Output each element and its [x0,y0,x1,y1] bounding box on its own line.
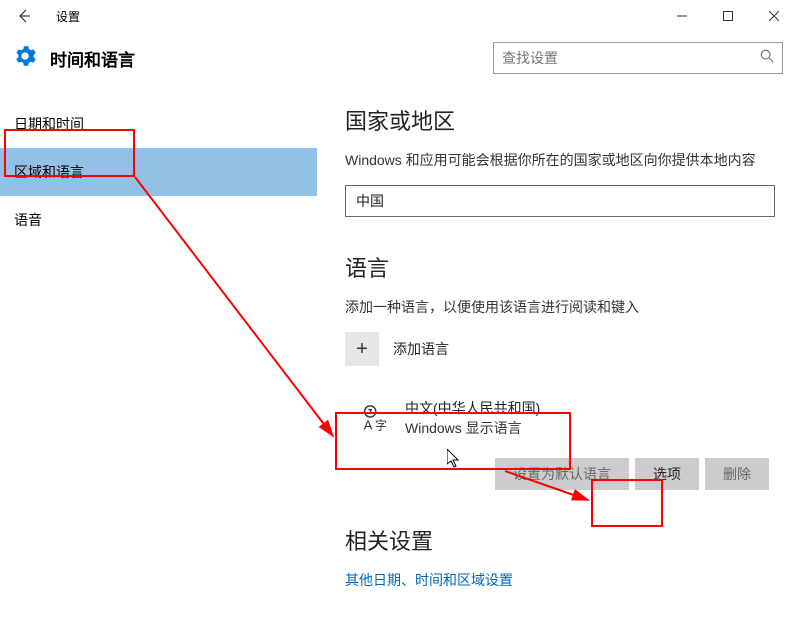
minimize-button[interactable] [659,0,705,32]
sidebar-item-region-language[interactable]: 区域和语言 [0,148,317,196]
language-card-text: 中文(中华人民共和国) Windows 显示语言 [405,398,540,438]
search-icon [760,49,774,68]
language-buttons: 设置为默认语言 选项 删除 [345,458,783,490]
maximize-button[interactable] [705,0,751,32]
titlebar-left: 设置 [0,0,80,32]
content: 日期和时间 区域和语言 语音 国家或地区 Windows 和应用可能会根据你所在… [0,84,797,632]
plus-icon: + [345,332,379,366]
language-glyph-icon: A 字 [355,400,391,436]
back-arrow-icon [16,8,32,24]
search-input[interactable] [502,50,760,66]
language-section: 语言 添加一种语言，以便使用该语言进行阅读和键入 + 添加语言 A 字 中文(中… [345,251,783,490]
add-language-label: 添加语言 [393,339,449,359]
language-subtitle: Windows 显示语言 [405,418,540,438]
language-name: 中文(中华人民共和国) [405,398,540,418]
main-panel: 国家或地区 Windows 和应用可能会根据你所在的国家或地区向你提供本地内容 … [317,84,797,632]
header-left: 时间和语言 [14,45,135,72]
options-button[interactable]: 选项 [635,458,699,490]
sidebar-item-label: 日期和时间 [14,114,84,134]
region-title: 国家或地区 [345,104,783,136]
related-title: 相关设置 [345,524,783,556]
language-title: 语言 [345,251,783,283]
region-dropdown[interactable]: 中国 [345,185,775,217]
set-default-button[interactable]: 设置为默认语言 [495,458,629,490]
region-section: 国家或地区 Windows 和应用可能会根据你所在的国家或地区向你提供本地内容 … [345,104,783,217]
window-title: 设置 [56,8,80,25]
region-desc: Windows 和应用可能会根据你所在的国家或地区向你提供本地内容 [345,150,783,171]
sidebar-item-label: 语音 [14,210,42,230]
add-language-button[interactable]: + 添加语言 [345,332,783,366]
sidebar-item-label: 区域和语言 [14,162,84,182]
gear-icon [14,45,36,72]
search-box[interactable] [493,42,783,74]
sidebar: 日期和时间 区域和语言 语音 [0,84,317,632]
back-button[interactable] [0,0,48,32]
maximize-icon [723,11,733,21]
close-icon [769,11,779,21]
minimize-icon [677,11,687,21]
region-selected: 中国 [356,191,384,211]
language-desc: 添加一种语言，以便使用该语言进行阅读和键入 [345,297,783,318]
titlebar: 设置 [0,0,797,32]
window-controls [659,0,797,32]
sidebar-item-speech[interactable]: 语音 [0,196,317,244]
related-section: 相关设置 其他日期、时间和区域设置 [345,524,783,590]
language-card[interactable]: A 字 中文(中华人民共和国) Windows 显示语言 [345,386,783,450]
svg-text:字: 字 [375,417,387,432]
header: 时间和语言 [0,32,797,84]
sidebar-item-datetime[interactable]: 日期和时间 [0,100,317,148]
svg-text:A: A [364,417,373,432]
page-title: 时间和语言 [50,46,135,71]
related-link[interactable]: 其他日期、时间和区域设置 [345,570,783,590]
close-button[interactable] [751,0,797,32]
remove-button[interactable]: 删除 [705,458,769,490]
